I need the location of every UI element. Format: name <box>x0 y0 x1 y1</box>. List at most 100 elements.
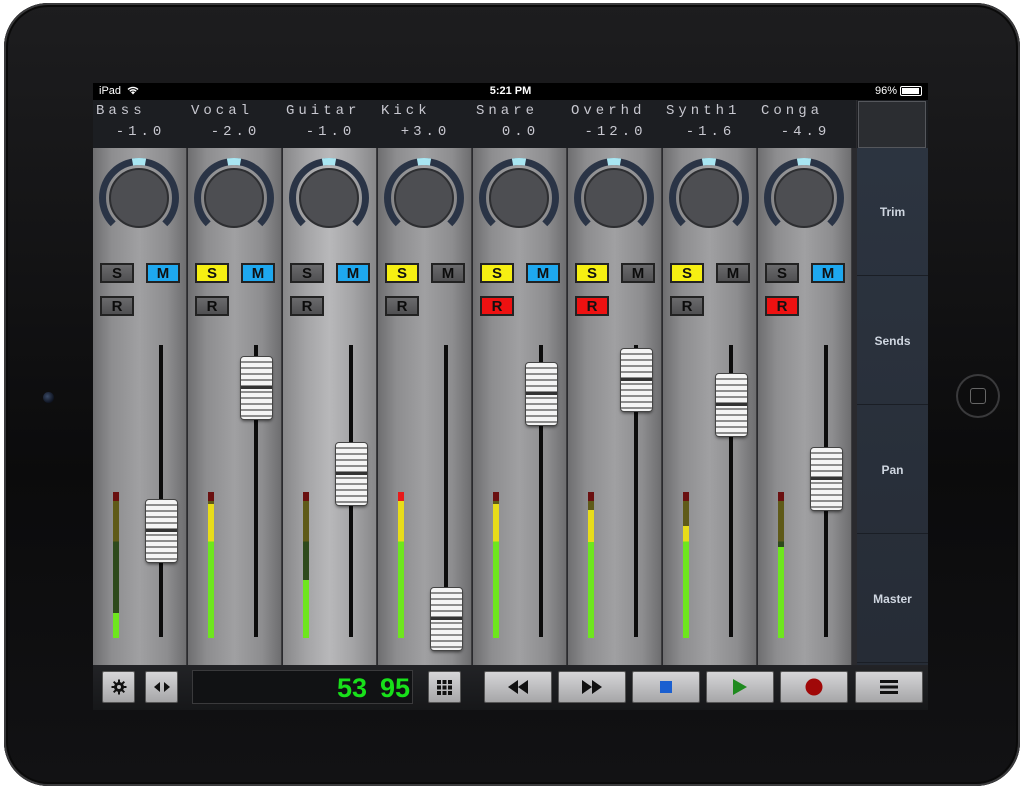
channel-value: -2.0 <box>210 124 261 140</box>
battery-icon <box>900 86 922 96</box>
sidebar-label: Pan <box>881 463 904 477</box>
header-box <box>857 100 928 148</box>
fader-handle[interactable] <box>336 443 367 505</box>
meter-level <box>398 492 404 638</box>
sidebar-master-button[interactable]: Master <box>857 535 928 663</box>
sidebar-sends-button[interactable]: Sends <box>857 277 928 405</box>
record-arm-button[interactable]: R <box>385 296 419 316</box>
record-arm-button[interactable]: R <box>765 296 799 316</box>
fast-forward-button[interactable] <box>558 671 626 703</box>
channel-value: -1.0 <box>305 124 356 140</box>
mute-button[interactable]: M <box>241 263 275 283</box>
knob-body <box>204 168 264 228</box>
stop-button[interactable] <box>632 671 700 703</box>
record-arm-button[interactable]: R <box>575 296 609 316</box>
fader-handle[interactable] <box>146 500 177 562</box>
status-time: 5:21 PM <box>489 85 532 97</box>
battery-percent: 96% <box>874 85 897 97</box>
record-arm-button[interactable]: R <box>195 296 229 316</box>
pan-knob[interactable] <box>761 155 847 241</box>
channel-value: -1.0 <box>115 124 166 140</box>
sidebar-pan-button[interactable]: Pan <box>857 406 928 534</box>
mute-button[interactable]: M <box>431 263 465 283</box>
knob-body <box>679 168 739 228</box>
channel-name: Conga <box>761 103 824 119</box>
knob-body <box>774 168 834 228</box>
play-button[interactable] <box>706 671 774 703</box>
knob-indicator <box>606 158 622 166</box>
pan-knob[interactable] <box>666 155 752 241</box>
knob-body <box>489 168 549 228</box>
menu-icon <box>880 680 898 694</box>
fader-handle[interactable] <box>526 363 557 425</box>
mute-button[interactable]: M <box>146 263 180 283</box>
meter-level <box>683 526 689 638</box>
fader-handle[interactable] <box>621 349 652 411</box>
channel-strip: SMR <box>188 148 282 665</box>
record-arm-button[interactable]: R <box>670 296 704 316</box>
level-meter <box>778 492 784 638</box>
knob-body <box>584 168 644 228</box>
pan-knob[interactable] <box>381 155 467 241</box>
knob-indicator <box>511 158 527 166</box>
level-meter <box>303 492 309 638</box>
mute-button[interactable]: M <box>811 263 845 283</box>
grid-button[interactable] <box>428 671 461 703</box>
mixer-strips: SMRSMRSMRSMRSMRSMRSMRSMR <box>93 148 856 665</box>
mute-button[interactable]: M <box>716 263 750 283</box>
fader-handle[interactable] <box>431 588 462 650</box>
sidebar-label: Trim <box>879 205 906 219</box>
solo-button[interactable]: S <box>575 263 609 283</box>
solo-button[interactable]: S <box>290 263 324 283</box>
mute-button[interactable]: M <box>526 263 560 283</box>
record-arm-button[interactable]: R <box>100 296 134 316</box>
record-arm-button[interactable]: R <box>290 296 324 316</box>
level-meter <box>398 492 404 638</box>
channel-strip: SMR <box>283 148 377 665</box>
sidebar-label: Master <box>873 592 912 606</box>
sidebar-trim-button[interactable]: Trim <box>857 148 928 276</box>
channel-strip: SMR <box>568 148 662 665</box>
header-square-button[interactable] <box>858 101 926 148</box>
settings-button[interactable] <box>102 671 135 703</box>
rewind-button[interactable] <box>484 671 552 703</box>
record-button[interactable] <box>780 671 848 703</box>
level-meter <box>208 492 214 638</box>
fader-handle[interactable] <box>241 357 272 419</box>
pan-knob[interactable] <box>191 155 277 241</box>
transport-bar: 53 95 <box>93 665 928 710</box>
pan-knob[interactable] <box>571 155 657 241</box>
mute-button[interactable]: M <box>621 263 655 283</box>
home-button[interactable] <box>956 374 1000 418</box>
fader-track[interactable] <box>159 345 163 637</box>
solo-button[interactable]: S <box>765 263 799 283</box>
channel-value: +3.0 <box>400 124 451 140</box>
channel-strip: SMR <box>758 148 852 665</box>
solo-button[interactable]: S <box>670 263 704 283</box>
channel-value: -12.0 <box>584 124 647 140</box>
solo-button[interactable]: S <box>195 263 229 283</box>
fader-handle[interactable] <box>716 374 747 436</box>
mute-button[interactable]: M <box>336 263 370 283</box>
knob-indicator <box>226 158 242 166</box>
knob-indicator <box>701 158 717 166</box>
fader-handle[interactable] <box>811 448 842 510</box>
pan-knob[interactable] <box>286 155 372 241</box>
toggle-view-button[interactable] <box>145 671 178 703</box>
knob-body <box>299 168 359 228</box>
channel-name: Kick <box>381 103 431 119</box>
channel-strip: SMR <box>93 148 187 665</box>
channel-name: Synth1 <box>666 103 741 119</box>
channel-name: Overhd <box>571 103 646 119</box>
record-arm-button[interactable]: R <box>480 296 514 316</box>
solo-button[interactable]: S <box>480 263 514 283</box>
screen: iPad 5:21 PM 96% Bass -1.0 Vocal -2.0 Guitar… <box>93 83 928 710</box>
pan-knob[interactable] <box>96 155 182 241</box>
menu-button[interactable] <box>855 671 923 703</box>
status-bar: iPad 5:21 PM 96% <box>93 83 928 100</box>
level-meter <box>493 492 499 638</box>
solo-button[interactable]: S <box>100 263 134 283</box>
meter-level <box>113 613 119 638</box>
solo-button[interactable]: S <box>385 263 419 283</box>
pan-knob[interactable] <box>476 155 562 241</box>
